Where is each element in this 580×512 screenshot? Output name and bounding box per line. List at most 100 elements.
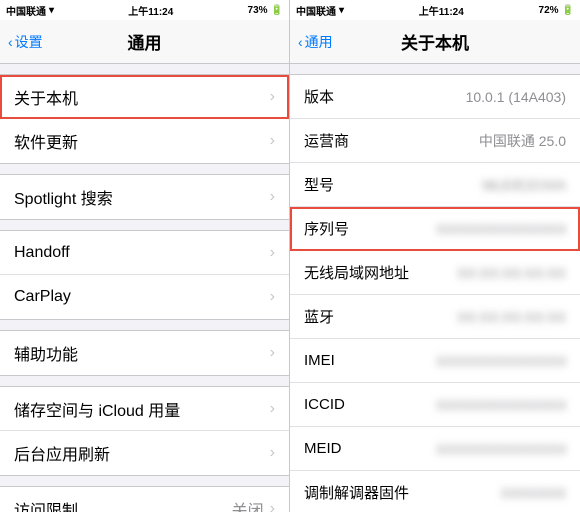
right-item-meid: MEID XXXXXXXXXXXXXXX [290, 427, 580, 471]
left-item-spotlight-label: Spotlight 搜索 [14, 185, 270, 209]
right-item-wifi: 无线局域网地址 XX:XX:XX:XX:XX [290, 251, 580, 295]
right-back-label: 通用 [305, 32, 333, 52]
right-status-left: 中国联通 ▾ [296, 3, 344, 18]
right-wifi-icon: ▾ [339, 5, 344, 16]
left-back-button[interactable]: ‹ 设置 [8, 32, 43, 52]
left-phone: 中国联通 ▾ 上午11:24 73% 🔋 ‹ 设置 通用 关于本机 软件更新 [0, 0, 290, 512]
left-item-background-refresh-label: 后台应用刷新 [14, 441, 270, 465]
right-carrier: 中国联通 [296, 3, 336, 18]
right-scroll-area[interactable]: 版本 10.0.1 (14A403) 运营商 中国联通 25.0 型号 MLE/… [290, 64, 580, 512]
right-item-modem: 调制解调器固件 XXXXXXX [290, 471, 580, 512]
right-item-meid-value: XXXXXXXXXXXXXXX [436, 441, 566, 457]
left-item-spotlight[interactable]: Spotlight 搜索 [0, 175, 289, 219]
right-item-serial-value: XXXXXXXXXXXXXXX7 [436, 221, 566, 237]
left-item-software-update-label: 软件更新 [14, 129, 270, 153]
right-section-main: 版本 10.0.1 (14A403) 运营商 中国联通 25.0 型号 MLE/… [290, 74, 580, 512]
left-item-about-chevron [270, 88, 275, 106]
right-item-version-label: 版本 [304, 86, 466, 107]
left-item-about[interactable]: 关于本机 [0, 75, 289, 119]
left-item-accessibility[interactable]: 辅助功能 [0, 331, 289, 375]
left-battery: 73% [248, 5, 268, 16]
right-phone: 中国联通 ▾ 上午11:24 72% 🔋 ‹ 通用 关于本机 版本 10.0.1… [290, 0, 580, 512]
left-list-1: 关于本机 软件更新 [0, 74, 289, 164]
left-item-handoff-chevron [270, 244, 275, 262]
right-item-model-value: MLE/E2CH/A [483, 177, 566, 193]
right-item-model: 型号 MLE/E2CH/A [290, 163, 580, 207]
left-item-restrictions[interactable]: 访问限制 关闭 [0, 487, 289, 512]
left-status-right: 73% 🔋 [248, 5, 283, 16]
left-item-handoff[interactable]: Handoff [0, 231, 289, 275]
left-back-label: 设置 [15, 32, 43, 52]
right-item-iccid-label: ICCID [304, 396, 436, 413]
left-carrier: 中国联通 [6, 3, 46, 18]
right-status-right: 72% 🔋 [539, 5, 574, 16]
right-item-iccid: ICCID XXXXXXXXXXXXXXXXXX [290, 383, 580, 427]
left-status-left: 中国联通 ▾ [6, 3, 54, 18]
left-wifi-icon: ▾ [49, 5, 54, 16]
right-item-imei-label: IMEI [304, 352, 436, 369]
left-item-carplay-label: CarPlay [14, 288, 270, 306]
left-item-storage[interactable]: 储存空间与 iCloud 用量 [0, 387, 289, 431]
left-item-accessibility-chevron [270, 344, 275, 362]
left-item-accessibility-label: 辅助功能 [14, 341, 270, 365]
left-item-bg-refresh-chevron [270, 444, 275, 462]
left-list-4: 辅助功能 [0, 330, 289, 376]
left-item-restrictions-value: 关闭 [232, 497, 264, 512]
left-nav-bar: ‹ 设置 通用 [0, 20, 289, 64]
left-list-6: 访问限制 关闭 [0, 486, 289, 512]
left-scroll-area[interactable]: 关于本机 软件更新 Spotlight 搜索 [0, 64, 289, 512]
left-item-storage-chevron [270, 400, 275, 418]
right-item-serial: 序列号 XXXXXXXXXXXXXXX7 [290, 207, 580, 251]
left-time: 上午11:24 [128, 3, 173, 18]
left-item-carplay[interactable]: CarPlay [0, 275, 289, 319]
right-item-serial-label: 序列号 [304, 218, 436, 239]
left-nav-title: 通用 [128, 29, 162, 54]
right-battery: 72% [539, 5, 559, 16]
right-status-bar: 中国联通 ▾ 上午11:24 72% 🔋 [290, 0, 580, 20]
left-list-2: Spotlight 搜索 [0, 174, 289, 220]
left-list-5: 储存空间与 iCloud 用量 后台应用刷新 [0, 386, 289, 476]
right-item-bluetooth-value: XX:XX:XX:XX:XX [457, 309, 566, 325]
left-item-carplay-chevron [270, 288, 275, 306]
right-item-modem-value: XXXXXXX [501, 485, 566, 501]
right-nav-bar: ‹ 通用 关于本机 [290, 20, 580, 64]
left-item-background-refresh[interactable]: 后台应用刷新 [0, 431, 289, 475]
right-item-iccid-value: XXXXXXXXXXXXXXXXXX [436, 397, 566, 413]
left-section-2: Spotlight 搜索 [0, 174, 289, 220]
left-section-4: 辅助功能 [0, 330, 289, 376]
left-battery-icon: 🔋 [271, 5, 283, 16]
left-item-handoff-label: Handoff [14, 244, 270, 262]
left-item-restrictions-chevron [270, 500, 275, 512]
right-back-chevron-icon: ‹ [298, 34, 303, 50]
right-item-version: 版本 10.0.1 (14A403) [290, 75, 580, 119]
right-battery-icon: 🔋 [562, 5, 574, 16]
right-nav-title: 关于本机 [401, 29, 469, 54]
right-item-meid-label: MEID [304, 440, 436, 457]
left-status-bar: 中国联通 ▾ 上午11:24 73% 🔋 [0, 0, 289, 20]
right-item-imei-value: XXXXXXXXXXXXXXX [436, 353, 566, 369]
right-time: 上午11:24 [419, 3, 464, 18]
right-item-carrier-label: 运营商 [304, 130, 479, 151]
left-section-6: 访问限制 关闭 [0, 486, 289, 512]
left-item-about-label: 关于本机 [14, 85, 270, 109]
left-item-spotlight-chevron [270, 188, 275, 206]
right-item-model-label: 型号 [304, 174, 483, 195]
right-item-carrier-value: 中国联通 25.0 [479, 131, 566, 151]
right-item-wifi-label: 无线局域网地址 [304, 262, 457, 283]
left-item-software-update[interactable]: 软件更新 [0, 119, 289, 163]
left-list-3: Handoff CarPlay [0, 230, 289, 320]
right-item-version-value: 10.0.1 (14A403) [466, 89, 566, 105]
right-back-button[interactable]: ‹ 通用 [298, 32, 333, 52]
left-item-storage-label: 储存空间与 iCloud 用量 [14, 397, 270, 421]
right-main-list: 版本 10.0.1 (14A403) 运营商 中国联通 25.0 型号 MLE/… [290, 74, 580, 512]
left-section-5: 储存空间与 iCloud 用量 后台应用刷新 [0, 386, 289, 476]
left-item-restrictions-label: 访问限制 [14, 497, 232, 512]
left-item-software-chevron [270, 132, 275, 150]
right-item-imei: IMEI XXXXXXXXXXXXXXX [290, 339, 580, 383]
right-item-wifi-value: XX:XX:XX:XX:XX [457, 265, 566, 281]
right-item-carrier: 运营商 中国联通 25.0 [290, 119, 580, 163]
right-item-modem-label: 调制解调器固件 [304, 482, 501, 503]
right-item-bluetooth: 蓝牙 XX:XX:XX:XX:XX [290, 295, 580, 339]
left-section-3: Handoff CarPlay [0, 230, 289, 320]
left-back-chevron-icon: ‹ [8, 34, 13, 50]
